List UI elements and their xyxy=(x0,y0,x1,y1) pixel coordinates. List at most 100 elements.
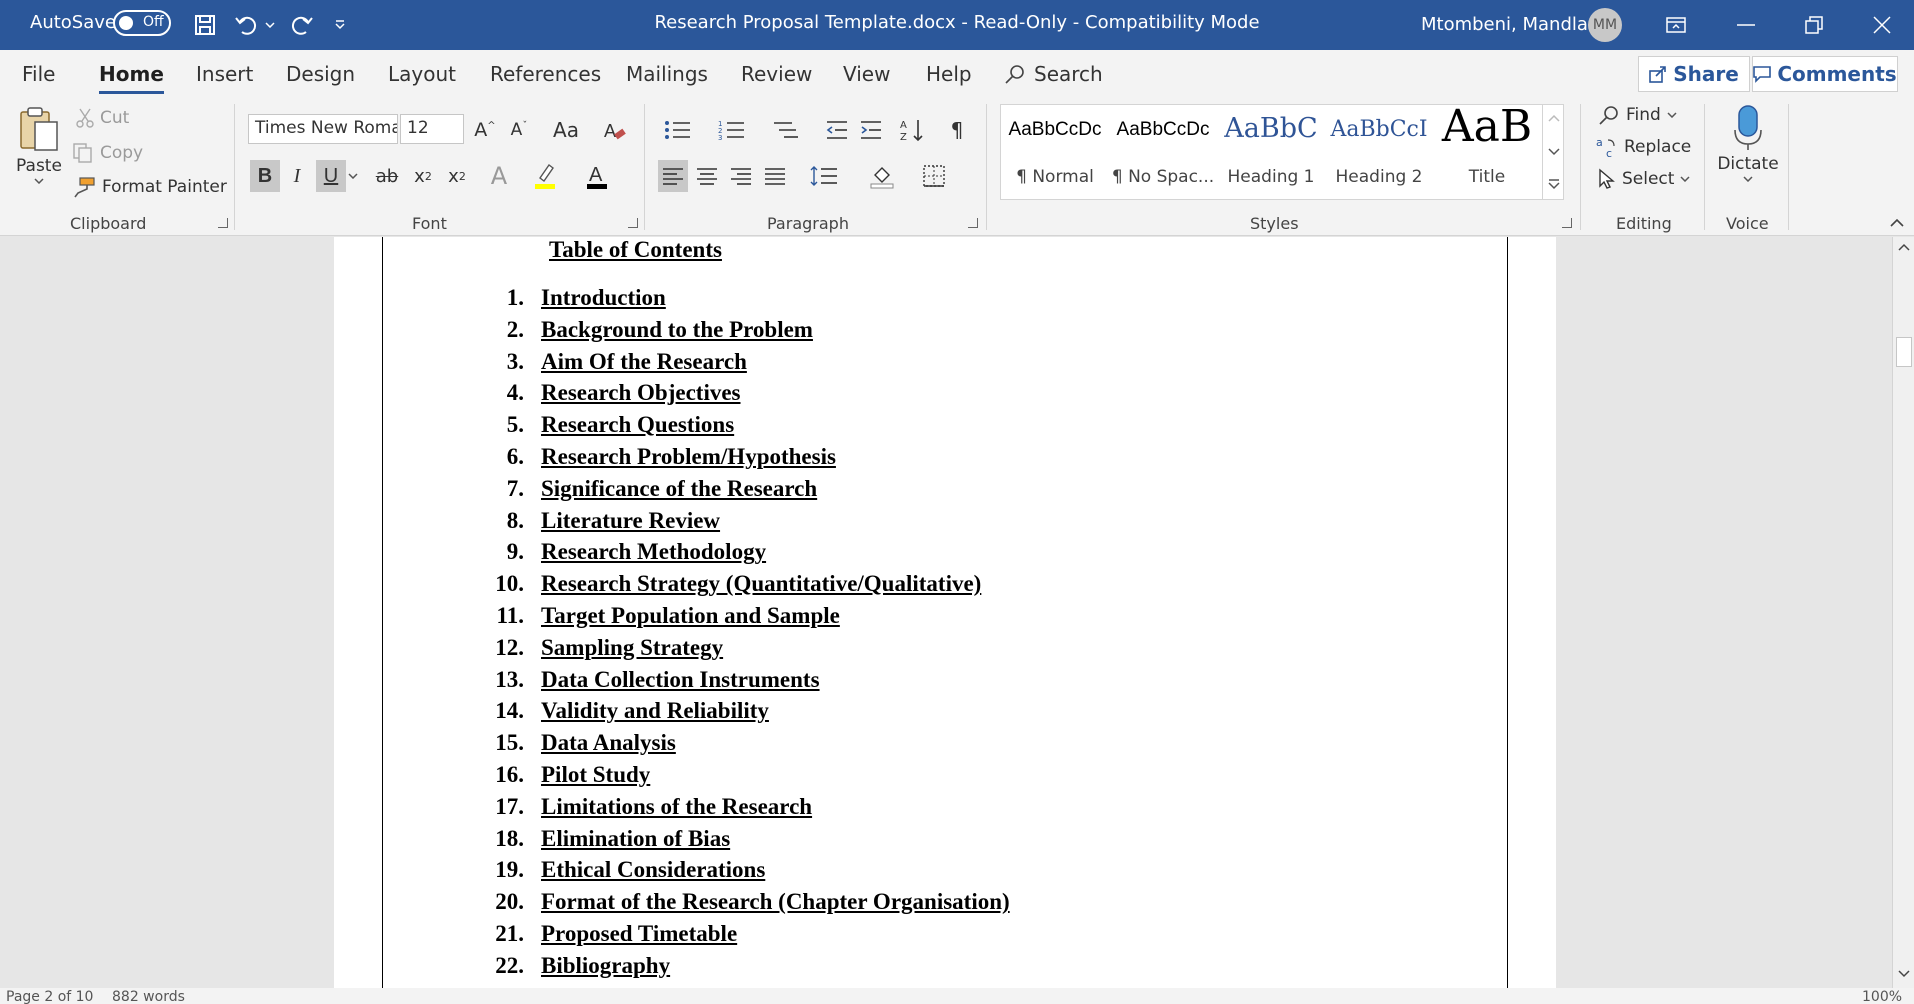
toc-item[interactable]: 17. Limitations of the Research xyxy=(0,794,900,824)
toc-item[interactable]: 1. Introduction xyxy=(0,285,900,315)
close-icon[interactable] xyxy=(1850,0,1914,50)
vertical-scrollbar[interactable] xyxy=(1892,237,1914,988)
toc-item-link[interactable]: Research Strategy (Quantitative/Qualitat… xyxy=(541,571,981,597)
undo-icon[interactable] xyxy=(230,8,264,42)
tab-review[interactable]: Review xyxy=(741,62,812,86)
styles-scroll-down-icon[interactable] xyxy=(1548,148,1560,156)
toc-item[interactable]: 8. Literature Review xyxy=(0,508,900,538)
toc-item[interactable]: 6. Research Problem/Hypothesis xyxy=(0,444,900,474)
autosave-toggle[interactable]: Off xyxy=(113,10,171,36)
toc-item[interactable]: 7. Significance of the Research xyxy=(0,476,900,506)
italic-button[interactable]: I xyxy=(282,160,312,192)
strikethrough-button[interactable]: ab xyxy=(372,160,402,192)
change-case-button[interactable]: Aa xyxy=(546,114,586,146)
text-effects-icon[interactable]: A xyxy=(484,160,514,192)
tab-mailings[interactable]: Mailings xyxy=(626,62,708,86)
clipboard-dialog-launcher[interactable] xyxy=(218,218,228,228)
toc-item[interactable]: 20. Format of the Research (Chapter Organ… xyxy=(0,889,1009,919)
toc-item[interactable]: 15. Data Analysis xyxy=(0,730,900,760)
restore-icon[interactable] xyxy=(1782,0,1846,50)
toc-item[interactable]: 16. Pilot Study xyxy=(0,762,900,792)
find-button[interactable]: Find xyxy=(1598,104,1677,126)
save-icon[interactable] xyxy=(188,8,222,42)
toc-item[interactable]: 12. Sampling Strategy xyxy=(0,635,900,665)
toc-item-link[interactable]: Format of the Research (Chapter Organisa… xyxy=(541,889,1010,915)
toc-item-link[interactable]: Elimination of Bias xyxy=(541,826,730,852)
toc-item-link[interactable]: Bibliography xyxy=(541,953,670,979)
clear-formatting-icon[interactable]: A xyxy=(600,114,630,146)
toc-item-link[interactable]: Research Objectives xyxy=(541,380,741,406)
decrease-indent-icon[interactable] xyxy=(822,114,852,146)
select-button[interactable]: Select xyxy=(1598,168,1690,190)
toc-item-link[interactable]: Proposed Timetable xyxy=(541,921,737,947)
underline-dropdown-icon[interactable] xyxy=(346,160,360,192)
toc-item[interactable]: 10. Research Strategy (Quantitative/Quali… xyxy=(0,571,981,601)
toc-item[interactable]: 21. Proposed Timetable xyxy=(0,921,900,951)
scroll-down-icon[interactable] xyxy=(1898,970,1910,978)
comments-button[interactable]: Comments xyxy=(1752,56,1898,92)
search-box[interactable]: Search xyxy=(1004,62,1103,86)
toc-item-link[interactable]: Validity and Reliability xyxy=(541,698,769,724)
toc-item-link[interactable]: Data Collection Instruments xyxy=(541,667,820,693)
toc-item[interactable]: 18. Elimination of Bias xyxy=(0,826,900,856)
toc-item[interactable]: 13. Data Collection Instruments xyxy=(0,667,900,697)
numbering-icon[interactable]: 123 xyxy=(714,114,750,146)
style-title[interactable]: AaB Title xyxy=(1433,101,1541,201)
toc-item[interactable]: 9. Research Methodology xyxy=(0,539,900,569)
share-button[interactable]: Share xyxy=(1638,56,1750,92)
borders-icon[interactable] xyxy=(914,160,954,192)
increase-indent-icon[interactable] xyxy=(856,114,886,146)
toc-item-link[interactable]: Data Analysis xyxy=(541,730,676,756)
multilevel-list-icon[interactable] xyxy=(768,114,804,146)
toc-item[interactable]: 19. Ethical Considerations xyxy=(0,857,900,887)
align-right-icon[interactable] xyxy=(726,160,756,192)
style-no-spacing[interactable]: AaBbCcDc ¶ No Spac... xyxy=(1109,105,1217,201)
avatar[interactable]: MM xyxy=(1588,8,1622,42)
tab-home[interactable]: Home xyxy=(99,62,164,94)
toc-item-link[interactable]: Pilot Study xyxy=(541,762,650,788)
superscript-button[interactable]: x2 xyxy=(442,160,472,192)
bold-button[interactable]: B xyxy=(250,160,280,192)
paragraph-dialog-launcher[interactable] xyxy=(968,218,978,228)
toc-item-link[interactable]: Aim Of the Research xyxy=(541,349,747,375)
styles-dialog-launcher[interactable] xyxy=(1562,218,1572,228)
font-dialog-launcher[interactable] xyxy=(628,218,638,228)
font-size-select[interactable]: 12 xyxy=(400,114,464,144)
shrink-font-icon[interactable]: Aˇ xyxy=(504,114,534,146)
toc-item[interactable]: 11. Target Population and Sample xyxy=(0,603,900,633)
toc-item-link[interactable]: Research Methodology xyxy=(541,539,766,565)
grow-font-icon[interactable]: A^ xyxy=(470,114,500,146)
underline-button[interactable]: U xyxy=(316,160,346,192)
document-page[interactable]: Table of Contents 1. Introduction 2. Backgr… xyxy=(334,237,1556,988)
scroll-up-icon[interactable] xyxy=(1898,243,1910,251)
shading-icon[interactable] xyxy=(862,160,902,192)
tab-layout[interactable]: Layout xyxy=(388,62,456,86)
tab-help[interactable]: Help xyxy=(926,62,972,86)
minimize-icon[interactable] xyxy=(1714,0,1778,50)
toc-item[interactable]: 4. Research Objectives xyxy=(0,380,900,410)
toc-item-link[interactable]: Literature Review xyxy=(541,508,720,534)
toc-item-link[interactable]: Research Questions xyxy=(541,412,734,438)
show-formatting-marks-icon[interactable]: ¶ xyxy=(942,114,972,146)
toc-item-link[interactable]: Significance of the Research xyxy=(541,476,817,502)
style-heading-1[interactable]: AaBbC Heading 1 xyxy=(1217,105,1325,201)
line-spacing-icon[interactable] xyxy=(804,160,844,192)
style-heading-2[interactable]: AaBbCcI Heading 2 xyxy=(1325,105,1433,201)
replace-button[interactable]: ac Replace xyxy=(1596,136,1691,158)
undo-dropdown-icon[interactable] xyxy=(262,8,278,42)
toc-item-link[interactable]: Limitations of the Research xyxy=(541,794,812,820)
tab-insert[interactable]: Insert xyxy=(196,62,253,86)
styles-more-icon[interactable] xyxy=(1548,178,1560,190)
tab-file[interactable]: File xyxy=(22,62,55,86)
toc-item-link[interactable]: Research Problem/Hypothesis xyxy=(541,444,836,470)
styles-scroll-up-icon[interactable] xyxy=(1548,114,1560,122)
word-count[interactable]: 882 words xyxy=(112,989,185,1004)
toc-item[interactable]: 3. Aim Of the Research xyxy=(0,349,900,379)
highlight-color-icon[interactable] xyxy=(530,160,560,192)
tab-view[interactable]: View xyxy=(843,62,890,86)
copy-button[interactable]: Copy xyxy=(72,142,143,164)
align-left-icon[interactable] xyxy=(658,160,688,192)
subscript-button[interactable]: x2 xyxy=(408,160,438,192)
toc-item[interactable]: 2. Background to the Problem xyxy=(0,317,900,347)
tab-references[interactable]: References xyxy=(490,62,601,86)
